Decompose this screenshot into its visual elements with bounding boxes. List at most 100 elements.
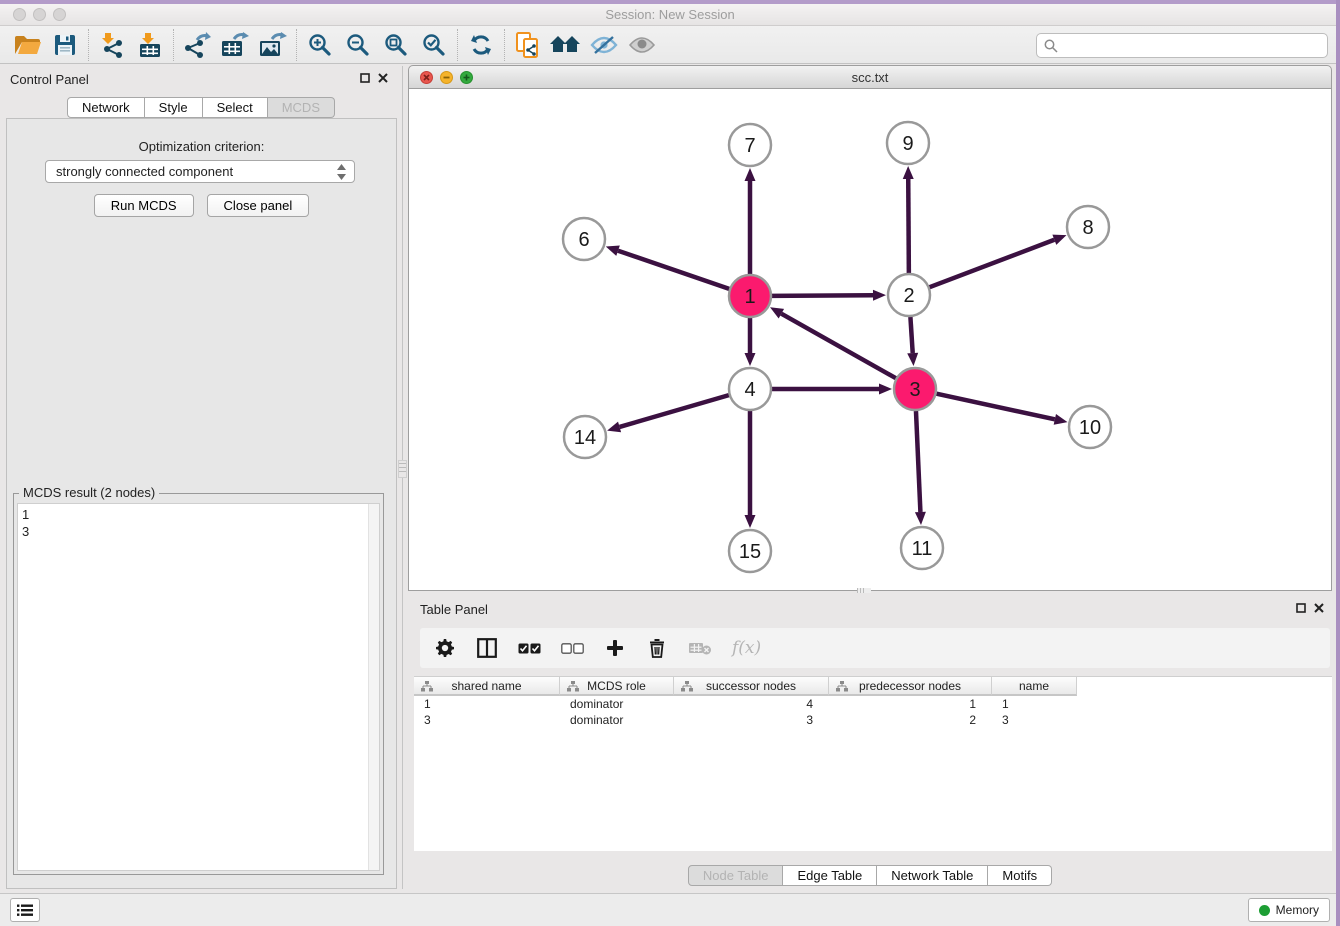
tab-style[interactable]: Style [145, 97, 203, 118]
close-panel-icon[interactable] [378, 73, 388, 83]
tab-node-table[interactable]: Node Table [688, 865, 784, 886]
graph-edge-1-2[interactable] [772, 295, 873, 296]
column-header-name[interactable]: name [992, 677, 1077, 696]
table-cell[interactable]: dominator [560, 696, 674, 712]
graph-node-3[interactable]: 3 [894, 368, 936, 410]
graph-node-11[interactable]: 11 [901, 527, 943, 569]
select-all-rows-icon[interactable] [518, 636, 541, 660]
close-panel-button[interactable]: Close panel [207, 194, 310, 217]
table-row[interactable]: 3dominator323 [414, 712, 1332, 728]
tab-select[interactable]: Select [203, 97, 268, 118]
graph-edge-2-9[interactable] [908, 179, 909, 273]
svg-text:7: 7 [744, 135, 755, 157]
tab-network[interactable]: Network [67, 97, 145, 118]
table-row[interactable]: 1dominator411 [414, 696, 1332, 712]
graph-edge-1-6[interactable] [618, 251, 729, 289]
criterion-value: strongly connected component [56, 164, 233, 179]
graph-node-10[interactable]: 10 [1069, 406, 1111, 448]
graph-node-15[interactable]: 15 [729, 530, 771, 572]
node-table-body: 1dominator4113dominator323 [414, 696, 1332, 728]
node-table: shared nameMCDS rolesuccessor nodesprede… [414, 676, 1332, 851]
graph-edge-3-1[interactable] [781, 314, 895, 379]
import-network-icon[interactable] [93, 29, 131, 61]
graph-node-2[interactable]: 2 [888, 274, 930, 316]
delete-columns-icon[interactable] [646, 636, 668, 660]
refresh-view-icon[interactable] [462, 29, 500, 61]
table-cell[interactable]: 2 [829, 712, 992, 728]
graph-edge-arrowhead [1054, 414, 1068, 425]
mcds-result-list[interactable]: 1 3 [17, 503, 380, 871]
float-panel-icon[interactable] [360, 73, 370, 83]
table-cell[interactable]: dominator [560, 712, 674, 728]
graph-edge-2-8[interactable] [930, 240, 1055, 287]
memory-button[interactable]: Memory [1248, 898, 1330, 922]
run-mcds-button[interactable]: Run MCDS [94, 194, 194, 217]
graph-node-14[interactable]: 14 [564, 416, 606, 458]
home-layout-icon[interactable] [547, 29, 585, 61]
network-canvas[interactable]: 7 9 6 8 1 2 4 3 14 10 15 11 [408, 89, 1332, 591]
export-image-icon[interactable] [254, 29, 292, 61]
graph-node-1[interactable]: 1 [729, 275, 771, 317]
deselect-all-rows-icon[interactable] [561, 636, 584, 660]
table-panel-title: Table Panel [420, 602, 488, 617]
graph-node-4[interactable]: 4 [729, 368, 771, 410]
zoom-in-icon[interactable] [301, 29, 339, 61]
tab-edge-table[interactable]: Edge Table [783, 865, 877, 886]
table-cell[interactable]: 1 [992, 696, 1077, 712]
save-session-icon[interactable] [46, 29, 84, 61]
vertical-splitter-grip[interactable] [398, 460, 407, 478]
network-view-titlebar[interactable]: scc.txt [408, 65, 1332, 89]
table-cell[interactable]: 3 [674, 712, 829, 728]
graph-edge-arrowhead [606, 245, 620, 255]
graph-node-6[interactable]: 6 [563, 218, 605, 260]
horizontal-splitter-grip[interactable] [857, 588, 871, 593]
export-table-icon[interactable] [216, 29, 254, 61]
svg-text:14: 14 [574, 427, 596, 449]
graph-edge-3-11[interactable] [916, 411, 920, 512]
graph-edge-arrowhead [745, 353, 756, 366]
search-input[interactable] [1063, 38, 1327, 53]
column-header-MCDS-role[interactable]: MCDS role [560, 677, 674, 696]
column-header-successor-nodes[interactable]: successor nodes [674, 677, 829, 696]
graph-edge-arrowhead [745, 168, 756, 181]
table-cell[interactable]: 4 [674, 696, 829, 712]
clone-network-icon[interactable] [509, 29, 547, 61]
graph-edge-3-10[interactable] [936, 394, 1054, 420]
table-cell[interactable]: 1 [829, 696, 992, 712]
tab-network-table[interactable]: Network Table [877, 865, 988, 886]
network-view-title: scc.txt [409, 70, 1331, 85]
add-column-icon[interactable] [604, 636, 626, 660]
table-cell[interactable]: 3 [992, 712, 1077, 728]
table-cell[interactable]: 1 [414, 696, 560, 712]
import-table-icon[interactable] [131, 29, 169, 61]
graph-node-8[interactable]: 8 [1067, 206, 1109, 248]
search-box[interactable] [1036, 33, 1328, 58]
criterion-dropdown[interactable]: strongly connected component [45, 160, 355, 183]
table-settings-icon[interactable] [434, 636, 456, 660]
tab-mcds[interactable]: MCDS [268, 97, 335, 118]
graph-edge-arrowhead [907, 353, 918, 366]
split-panel-icon[interactable] [476, 636, 498, 660]
graph-edge-2-3[interactable] [910, 317, 912, 353]
zoom-selected-icon[interactable] [415, 29, 453, 61]
close-table-panel-icon[interactable] [1314, 603, 1324, 613]
export-network-icon[interactable] [178, 29, 216, 61]
show-all-icon[interactable] [623, 29, 661, 61]
result-scrollbar[interactable] [368, 504, 379, 870]
column-header-shared-name[interactable]: shared name [414, 677, 560, 696]
graph-edge-4-14[interactable] [620, 395, 729, 427]
graph-edge-arrowhead [915, 512, 926, 525]
zoom-fit-icon[interactable] [377, 29, 415, 61]
graph-node-7[interactable]: 7 [729, 124, 771, 166]
task-history-button[interactable] [10, 898, 40, 922]
graph-node-9[interactable]: 9 [887, 122, 929, 164]
float-table-panel-icon[interactable] [1296, 603, 1306, 613]
table-cell[interactable]: 3 [414, 712, 560, 728]
window-frame-right [1336, 0, 1340, 926]
zoom-out-icon[interactable] [339, 29, 377, 61]
tab-motifs[interactable]: Motifs [988, 865, 1052, 886]
open-session-icon[interactable] [8, 29, 46, 61]
dropdown-stepper-icon [337, 164, 346, 180]
hide-selected-icon[interactable] [585, 29, 623, 61]
column-header-predecessor-nodes[interactable]: predecessor nodes [829, 677, 992, 696]
